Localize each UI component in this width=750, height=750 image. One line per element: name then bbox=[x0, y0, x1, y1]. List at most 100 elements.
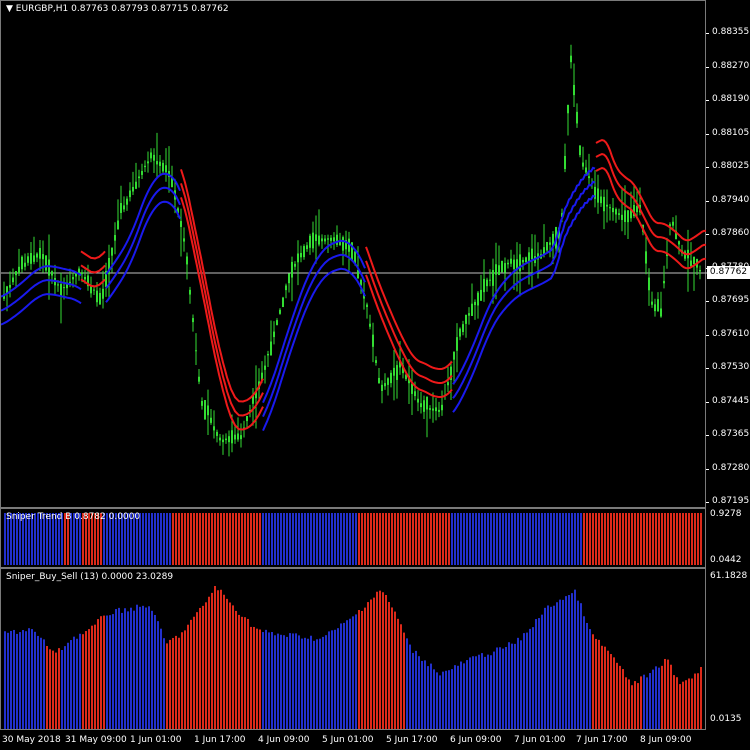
candle-body bbox=[474, 301, 476, 306]
candle-body bbox=[504, 263, 506, 273]
candle-body bbox=[180, 221, 182, 227]
candle-body bbox=[126, 198, 128, 205]
candle-body bbox=[471, 303, 473, 316]
candle-body bbox=[459, 328, 461, 337]
candle-body bbox=[627, 210, 629, 223]
time-label: 6 Jun 09:00 bbox=[450, 735, 502, 745]
candle-body bbox=[429, 408, 431, 410]
candle-body bbox=[660, 308, 662, 317]
candle-body bbox=[162, 162, 164, 172]
candle-body bbox=[426, 396, 428, 410]
price-level-label: 0.88105 bbox=[712, 127, 750, 138]
candle-body bbox=[276, 320, 278, 325]
price-level-label: 0.88355 bbox=[712, 27, 750, 37]
trend-axis: 0.9278 0.0442 bbox=[706, 508, 750, 568]
candle-body bbox=[564, 155, 566, 170]
candle-body bbox=[522, 259, 524, 263]
candle-body bbox=[282, 297, 284, 308]
trend-band-line bbox=[365, 260, 453, 384]
candle-body bbox=[438, 409, 440, 412]
candle-body bbox=[501, 260, 503, 273]
candle-body bbox=[219, 437, 221, 441]
trend-band-line bbox=[595, 139, 707, 242]
sniper-trend-pane[interactable]: Sniper Trend B 0.8782 0.0000 bbox=[0, 508, 706, 568]
candle-body bbox=[612, 207, 614, 213]
candle-body bbox=[84, 276, 86, 280]
candle-body bbox=[183, 238, 185, 242]
candle-body bbox=[225, 438, 227, 441]
candle-body bbox=[390, 372, 392, 384]
price-tick bbox=[706, 234, 709, 235]
candle-body bbox=[606, 204, 608, 207]
trend-band-line bbox=[1, 293, 82, 326]
candle-body bbox=[201, 401, 203, 406]
candle-body bbox=[579, 145, 581, 156]
time-label: 7 Jun 01:00 bbox=[514, 735, 566, 745]
candle-body bbox=[279, 309, 281, 314]
candle-body bbox=[210, 417, 212, 423]
candle-body bbox=[222, 439, 224, 443]
candle-body bbox=[96, 290, 98, 303]
candle-body bbox=[528, 252, 530, 262]
candle-body bbox=[72, 277, 74, 280]
candle-body bbox=[468, 313, 470, 316]
price-level-label: 0.88025 bbox=[712, 161, 750, 171]
candle-body bbox=[582, 162, 584, 167]
candle-body bbox=[159, 161, 161, 166]
candle-body bbox=[690, 260, 692, 267]
candle-body bbox=[309, 235, 311, 248]
sniper-buy-sell-pane[interactable]: Sniper_Buy_Sell (13) 0.0000 23.0289 bbox=[0, 568, 706, 730]
candle-body bbox=[288, 273, 290, 284]
candle-body bbox=[393, 367, 395, 376]
candle-body bbox=[129, 190, 131, 198]
trend-band-line bbox=[80, 250, 106, 260]
candle-body bbox=[315, 234, 317, 241]
candle-body bbox=[651, 301, 653, 305]
candle-body bbox=[228, 436, 230, 443]
candle-body bbox=[654, 304, 656, 312]
candle-body bbox=[234, 434, 236, 440]
price-level-label: 0.87940 bbox=[712, 194, 750, 205]
candle-body bbox=[165, 165, 167, 173]
candle-body bbox=[312, 232, 314, 249]
candle-body bbox=[39, 247, 41, 259]
candle-body bbox=[186, 256, 188, 265]
candle-body bbox=[411, 383, 413, 394]
candle-body bbox=[36, 253, 38, 258]
candle-body bbox=[27, 256, 29, 263]
price-axis: 0.88355 0.88270 0.88190 0.88105 0.88025 0.879… bbox=[706, 0, 750, 508]
candle-body bbox=[291, 261, 293, 278]
candle-body bbox=[519, 254, 521, 272]
price-tick bbox=[706, 66, 709, 68]
symbol-dropdown-icon[interactable]: ▼ bbox=[6, 4, 13, 14]
candle-body bbox=[414, 391, 416, 397]
candle-body bbox=[447, 382, 449, 386]
candle-body bbox=[51, 271, 53, 276]
candle-body bbox=[531, 248, 533, 260]
candle-body bbox=[567, 104, 569, 114]
candle-body bbox=[93, 289, 95, 291]
candle-body bbox=[417, 398, 419, 403]
candle-body bbox=[63, 287, 65, 289]
candle-body bbox=[699, 269, 701, 272]
candle-body bbox=[456, 337, 458, 351]
candle-body bbox=[207, 405, 209, 416]
price-tick bbox=[706, 401, 709, 403]
candle-body bbox=[489, 279, 491, 281]
price-chart-pane[interactable]: ▼ EURGBP,H1 0.87763 0.87793 0.87715 0.87… bbox=[0, 0, 707, 508]
trend-level-top: 0.9278 bbox=[710, 509, 742, 519]
candle-body bbox=[516, 259, 518, 269]
price-level-label: 0.87610 bbox=[712, 328, 750, 339]
candle-body bbox=[327, 238, 329, 240]
candle-body bbox=[45, 255, 47, 271]
candle-body bbox=[477, 292, 479, 306]
candle-body bbox=[645, 251, 647, 264]
time-label: 7 Jun 17:00 bbox=[576, 735, 628, 745]
candle-body bbox=[546, 241, 548, 251]
candle-body bbox=[21, 256, 23, 270]
candle-body bbox=[381, 384, 383, 391]
candle-body bbox=[549, 242, 551, 245]
candle-body bbox=[600, 196, 602, 204]
trend-band-line bbox=[180, 169, 264, 403]
candle-body bbox=[510, 258, 512, 264]
